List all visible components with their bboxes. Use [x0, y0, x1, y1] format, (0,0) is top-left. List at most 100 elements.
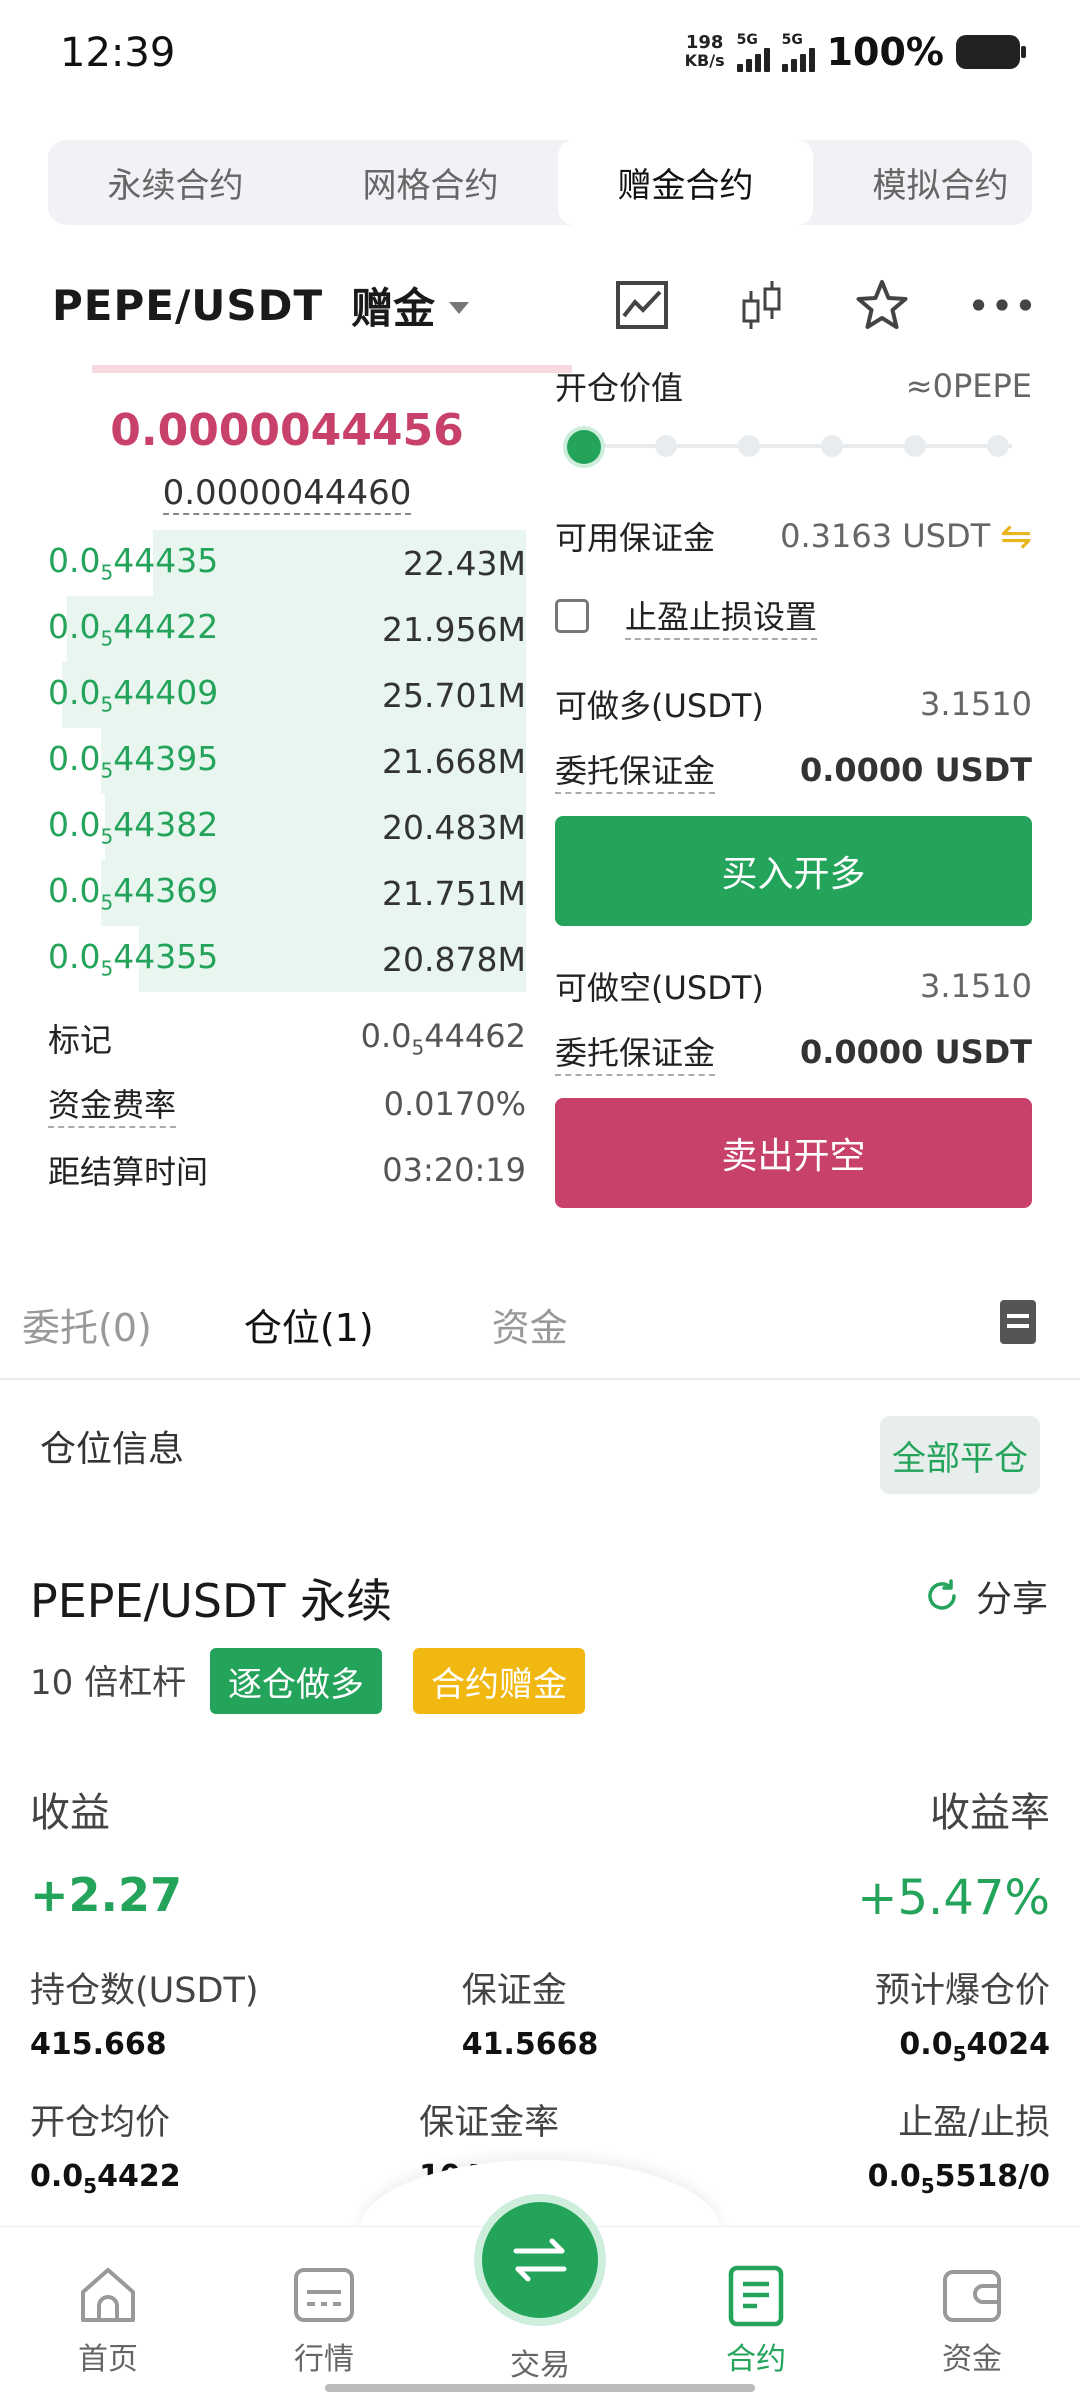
bid-price: 0.0544395	[48, 739, 219, 783]
nav-market-label: 行情	[294, 2342, 354, 2377]
long-avail-value: 3.1510	[920, 685, 1032, 723]
refresh-icon[interactable]	[924, 1578, 960, 1614]
margin-stat: 保证金 41.5668	[462, 1962, 762, 2066]
close-all-button[interactable]: 全部平仓	[880, 1416, 1040, 1494]
slider-step[interactable]	[821, 435, 843, 457]
long-margin-row: 委托保证金 0.0000 USDT	[555, 740, 1032, 800]
tab-orders[interactable]: 委托(0)	[22, 1297, 152, 1352]
bid-quantity: 20.878M	[382, 939, 526, 979]
battery-icon	[956, 35, 1026, 69]
slider-step[interactable]	[738, 435, 760, 457]
order-book-row[interactable]: 0.0544382 20.483M	[48, 794, 526, 860]
order-book-row[interactable]: 0.0544369 21.751M	[48, 860, 526, 926]
nav-home[interactable]: 首页	[28, 2262, 188, 2378]
short-avail-row: 可做空(USDT) 3.1510	[555, 956, 1032, 1016]
bid-quantity: 21.956M	[382, 609, 526, 649]
tab-perpetual[interactable]: 永续合约	[48, 140, 303, 225]
tpsl-stat: 止盈/止损 0.055518/0	[868, 2094, 1050, 2198]
last-price[interactable]: 0.0000044456	[48, 405, 526, 456]
avail-margin-label: 可用保证金	[555, 519, 716, 557]
size-value: 415.668	[30, 2027, 167, 2062]
roi-value: +5.47%	[857, 1870, 1050, 1926]
bid-price: 0.0544409	[48, 673, 219, 717]
liq-label: 预计爆仓价	[874, 1971, 1050, 2011]
sell-short-button[interactable]: 卖出开空	[555, 1098, 1032, 1208]
home-icon	[75, 2262, 141, 2328]
short-margin-label[interactable]: 委托保证金	[555, 1028, 716, 1076]
share-label: 分享	[975, 1579, 1048, 1620]
order-book-row[interactable]: 0.0544395 21.668M	[48, 728, 526, 794]
position-name[interactable]: PEPE/USDT 永续	[30, 1565, 392, 1631]
long-margin-label[interactable]: 委托保证金	[555, 746, 716, 794]
slider-step[interactable]	[987, 435, 1009, 457]
bid-quantity: 25.701M	[382, 675, 526, 715]
slider-thumb[interactable]	[563, 426, 605, 468]
position-info-title: 仓位信息	[40, 1429, 185, 1470]
margin-mode-badge: 逐仓做多	[210, 1648, 382, 1714]
star-icon[interactable]	[852, 275, 912, 335]
tab-grid[interactable]: 网格合约	[303, 140, 558, 225]
tab-assets[interactable]: 资金	[492, 1297, 568, 1352]
bid-price: 0.0544435	[48, 541, 219, 585]
list-icon[interactable]	[1000, 1300, 1036, 1344]
tab-bonus[interactable]: 赠金合约	[558, 140, 813, 225]
nav-assets[interactable]: 资金	[892, 2262, 1052, 2378]
signal-icon-2: 5G	[781, 32, 815, 72]
entry-label: 开仓均价	[30, 2103, 171, 2143]
more-icon[interactable]	[972, 275, 1032, 335]
pair-tag[interactable]: 赠金	[351, 275, 435, 336]
bid-rows: 0.0544435 22.43M 0.0544422 21.956M 0.0544409…	[48, 530, 526, 992]
signal-icon: 5G	[736, 32, 770, 72]
order-book-row[interactable]: 0.0544355 20.878M	[48, 926, 526, 992]
short-avail-value: 3.1510	[920, 967, 1032, 1005]
nav-trade-label[interactable]: 交易	[460, 2340, 620, 2384]
market-icon	[291, 2262, 357, 2328]
margin-value: 41.5668	[461, 2027, 599, 2062]
tpsl-checkbox[interactable]	[555, 599, 589, 633]
tpsl-stat-label: 止盈/止损	[898, 2103, 1050, 2143]
bid-price: 0.0544422	[48, 607, 219, 651]
status-time: 12:39	[60, 30, 176, 76]
avail-margin-row: 可用保证金 0.3163 USDT ⇋	[555, 506, 1032, 566]
open-value-row: 开仓价值 ≈0PEPE	[555, 360, 1032, 412]
slider-step[interactable]	[655, 435, 677, 457]
tab-demo[interactable]: 模拟合约	[813, 140, 1032, 225]
settle-label: 距结算时间	[48, 1153, 209, 1191]
short-avail-label: 可做空(USDT)	[555, 969, 764, 1007]
tab-positions[interactable]: 仓位(1)	[244, 1297, 374, 1352]
leverage-label: 10 倍杠杆	[30, 1663, 187, 1703]
settle-countdown: 03:20:19	[382, 1151, 526, 1189]
transfer-icon[interactable]: ⇋	[1000, 514, 1032, 558]
size-label: 持仓数(USDT)	[30, 1971, 259, 2011]
open-value: ≈0PEPE	[905, 367, 1032, 405]
pnl-label: 收益	[30, 1790, 110, 1836]
short-margin-row: 委托保证金 0.0000 USDT	[555, 1022, 1032, 1082]
buy-long-button[interactable]: 买入开多	[555, 816, 1032, 926]
contract-icon	[723, 2262, 789, 2328]
funding-label[interactable]: 资金费率	[48, 1080, 177, 1128]
order-book-row[interactable]: 0.0544409 25.701M	[48, 662, 526, 728]
position-stats-row-1: 持仓数(USDT) 415.668 保证金 41.5668 预计爆仓价 0.05…	[30, 1962, 1050, 2066]
funding-value: 0.0170%	[383, 1085, 526, 1123]
chart-line-icon[interactable]	[612, 275, 672, 335]
order-book-row[interactable]: 0.0544422 21.956M	[48, 596, 526, 662]
status-indicators: 198 KB/s 5G 5G 100%	[685, 30, 1026, 74]
pair-selector[interactable]: PEPE/USDT	[52, 281, 323, 330]
long-avail-row: 可做多(USDT) 3.1510	[555, 674, 1032, 734]
ask-depth-bar	[92, 365, 572, 373]
slider-step[interactable]	[904, 435, 926, 457]
nav-contract[interactable]: 合约	[676, 2262, 836, 2378]
network-speed: 198 KB/s	[685, 34, 725, 70]
tpsl-label[interactable]: 止盈止损设置	[625, 592, 818, 640]
pnl-value: +2.27	[30, 1868, 183, 1922]
bonus-badge: 合约赠金	[413, 1648, 585, 1714]
candlestick-icon[interactable]	[732, 275, 792, 335]
order-book-row[interactable]: 0.0544435 22.43M	[48, 530, 526, 596]
share-button[interactable]: 分享	[924, 1570, 1048, 1622]
battery-percent: 100%	[826, 30, 944, 74]
avail-margin-value: 0.3163 USDT	[780, 517, 991, 555]
caret-down-icon[interactable]	[449, 302, 470, 314]
nav-market[interactable]: 行情	[244, 2262, 404, 2378]
amount-slider[interactable]	[555, 426, 1032, 468]
trade-button[interactable]	[474, 2194, 606, 2326]
